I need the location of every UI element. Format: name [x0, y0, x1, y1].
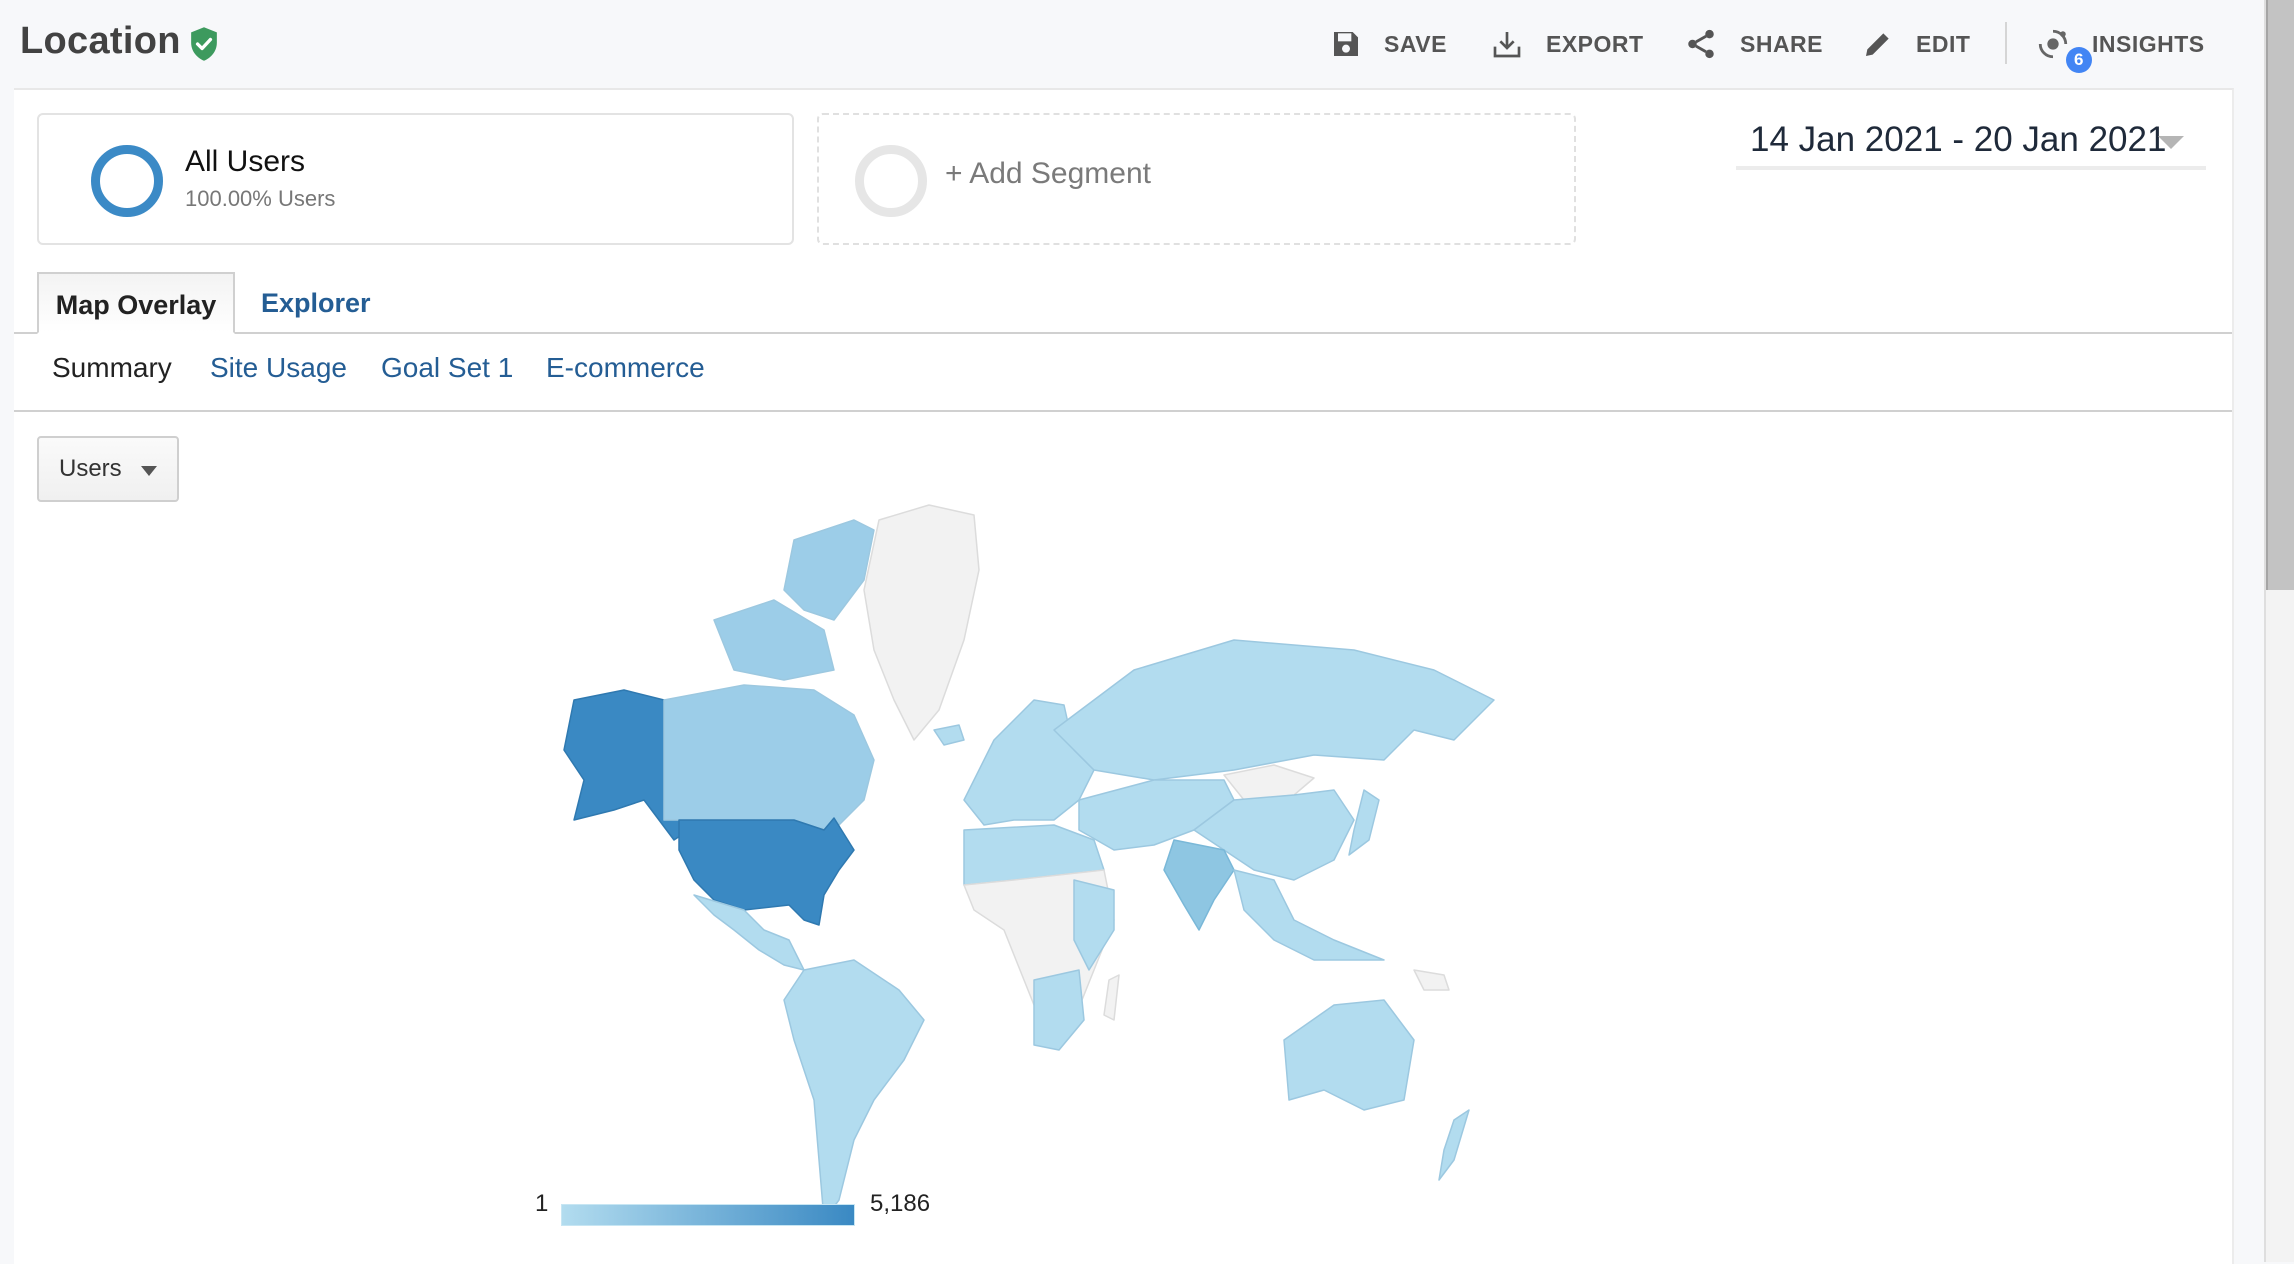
segment-ring-icon: [91, 145, 163, 217]
shield-check-icon: [191, 27, 217, 61]
region-papua-new-guinea[interactable]: [1413, 969, 1450, 991]
world-map[interactable]: [534, 500, 1754, 1240]
page-title: Location: [20, 20, 181, 62]
region-new-zealand[interactable]: [1438, 1109, 1470, 1181]
add-segment-label: + Add Segment: [945, 157, 1151, 190]
region-iceland[interactable]: [933, 724, 965, 746]
insights-button[interactable]: 6 INSIGHTS: [2036, 26, 2205, 73]
region-south-america[interactable]: [783, 959, 925, 1221]
empty-segment-ring-icon: [855, 145, 927, 217]
region-madagascar[interactable]: [1103, 974, 1120, 1021]
save-label: SAVE: [1384, 30, 1447, 57]
page-scrollbar[interactable]: [2264, 0, 2294, 1262]
toolbar-divider: [2005, 22, 2007, 64]
share-button[interactable]: SHARE: [1684, 26, 1823, 62]
date-range-picker[interactable]: 14 Jan 2021 - 20 Jan 2021: [1736, 118, 2206, 170]
tab-explorer[interactable]: Explorer: [253, 272, 371, 332]
metric-dropdown[interactable]: Users: [37, 436, 179, 502]
insights-count-badge: 6: [2066, 47, 2092, 73]
pencil-icon: [1866, 33, 1889, 56]
segment-all-users[interactable]: All Users 100.00% Users: [37, 113, 794, 245]
region-southern-africa[interactable]: [1033, 969, 1085, 1051]
region-canada-arctic[interactable]: [783, 519, 875, 621]
edit-label: EDIT: [1916, 30, 1971, 57]
subtab-site-usage[interactable]: Site Usage: [210, 352, 347, 384]
download-icon: [1493, 32, 1521, 58]
export-label: EXPORT: [1546, 30, 1644, 57]
insights-icon: 6: [2036, 27, 2092, 73]
metric-dropdown-value: Users: [59, 455, 122, 482]
region-india[interactable]: [1163, 839, 1235, 931]
subtab-ecommerce[interactable]: E-commerce: [546, 352, 705, 384]
add-segment-button[interactable]: + Add Segment: [817, 113, 1576, 245]
edit-button[interactable]: EDIT: [1862, 26, 1970, 62]
region-united-states[interactable]: [678, 817, 855, 926]
segment-name: All Users: [185, 145, 306, 178]
save-icon: [1334, 32, 1358, 56]
region-canada[interactable]: [663, 684, 875, 831]
save-button[interactable]: SAVE: [1330, 26, 1447, 62]
insights-label: INSIGHTS: [2092, 30, 2205, 57]
region-greenland[interactable]: [863, 504, 980, 741]
region-australia[interactable]: [1283, 999, 1415, 1111]
region-russia[interactable]: [1053, 639, 1495, 781]
report-header: Location SAVE EXPORT SHARE EDIT 6 INSIGH…: [0, 0, 2270, 88]
view-tabs: Map Overlay Explorer: [14, 272, 2232, 334]
legend-color-scale: [561, 1204, 855, 1226]
share-icon: [1688, 29, 1714, 59]
legend-max-label: 5,186: [870, 1190, 931, 1217]
subtab-summary[interactable]: Summary: [52, 352, 172, 384]
segment-detail: 100.00% Users: [185, 186, 336, 211]
legend-min-label: 1: [535, 1190, 549, 1217]
export-button[interactable]: EXPORT: [1490, 26, 1644, 62]
share-label: SHARE: [1740, 30, 1824, 57]
report-card: All Users 100.00% Users + Add Segment 14…: [14, 88, 2234, 1264]
date-range-label: 14 Jan 2021 - 20 Jan 2021: [1750, 120, 2167, 159]
subtab-goal-set-1[interactable]: Goal Set 1: [381, 352, 513, 384]
caret-down-icon: [2158, 136, 2184, 149]
metric-group-tabs: Summary Site Usage Goal Set 1 E-commerce: [14, 334, 2232, 412]
region-southeast-asia[interactable]: [1233, 869, 1385, 961]
caret-down-icon: [141, 466, 157, 476]
scrollbar-thumb[interactable]: [2266, 0, 2294, 590]
tab-map-overlay[interactable]: Map Overlay: [37, 272, 235, 334]
